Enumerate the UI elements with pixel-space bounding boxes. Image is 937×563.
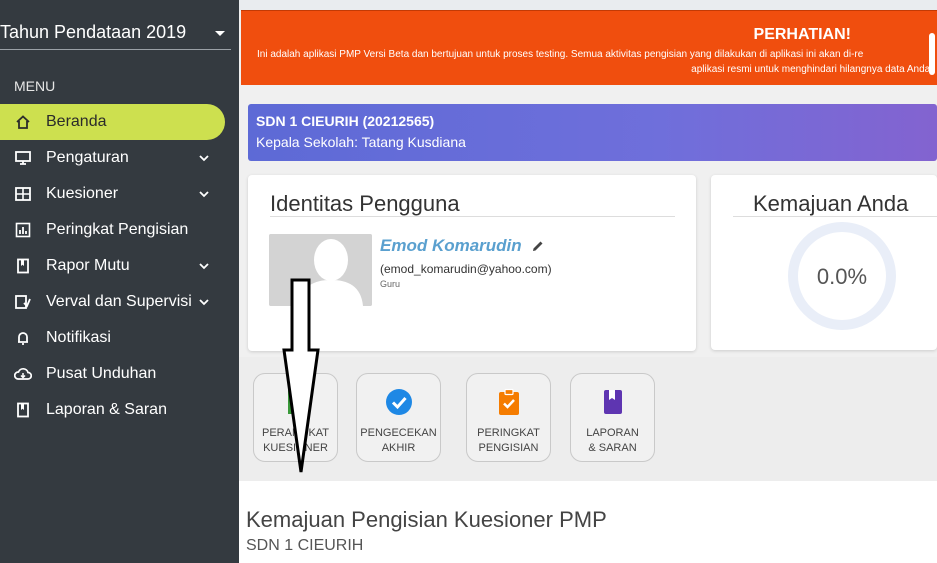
sidebar-item-label: Verval dan Supervisi xyxy=(46,293,192,310)
year-select[interactable]: Tahun Pendataan 2019 xyxy=(0,12,231,50)
sidebar-item-verval[interactable]: Verval dan Supervisi xyxy=(0,284,239,320)
divider xyxy=(733,216,937,217)
chevron-down-icon xyxy=(199,155,209,162)
grid-icon xyxy=(14,185,32,203)
tile-laporan-saran[interactable]: LAPORAN & SARAN xyxy=(570,373,655,462)
chevron-down-icon xyxy=(199,263,209,270)
sidebar-item-label: Rapor Mutu xyxy=(46,257,130,274)
section-title: Kemajuan Pengisian Kuesioner PMP xyxy=(246,507,607,532)
sidebar-item-beranda[interactable]: Beranda xyxy=(0,104,225,140)
chevron-down-icon xyxy=(199,299,209,306)
progress-card: Kemajuan Anda 0.0% xyxy=(711,175,937,350)
clipboard-check-icon xyxy=(499,388,519,415)
caret-down-icon xyxy=(215,31,225,36)
school-name: SDN 1 CIEURIH (20212565) xyxy=(256,113,435,129)
alert-text-line-1: Ini adalah aplikasi PMP Versi Beta dan b… xyxy=(257,49,864,60)
sidebar-item-label: Pengaturan xyxy=(46,149,129,166)
school-banner: SDN 1 CIEURIH (20212565) Kepala Sekolah:… xyxy=(248,104,937,161)
bookmark-book-icon xyxy=(604,390,622,414)
school-head: Kepala Sekolah: Tatang Kusdiana xyxy=(256,134,466,150)
menu-header: MENU xyxy=(14,78,56,94)
sidebar-item-notifikasi[interactable]: Notifikasi xyxy=(0,320,239,356)
user-email: (emod_komarudin@yahoo.com) xyxy=(380,262,552,276)
progress-card-title: Kemajuan Anda xyxy=(753,191,909,216)
shortcut-tiles: PERANGKATKUESIONER PENGECEKANAKHIR PERIN… xyxy=(239,357,937,481)
user-role: Guru xyxy=(380,279,401,289)
tile-label: LAPORAN & SARAN xyxy=(586,427,639,454)
progress-value: 0.0% xyxy=(816,264,868,289)
sidebar-item-label: Beranda xyxy=(46,113,107,130)
year-select-value: Tahun Pendataan 2019 xyxy=(0,22,187,42)
home-icon xyxy=(14,113,32,131)
sidebar-menu: Beranda Pengaturan Kuesioner Peringkat P… xyxy=(0,104,239,428)
sidebar-item-pusat-unduhan[interactable]: Pusat Unduhan xyxy=(0,356,239,392)
bell-icon xyxy=(14,329,32,347)
book-icon xyxy=(14,257,32,275)
annotation-arrow-icon xyxy=(282,278,320,473)
chevron-down-icon xyxy=(199,191,209,198)
tile-label: PENGECEKAN AKHIR xyxy=(360,427,437,454)
sidebar-item-rapor-mutu[interactable]: Rapor Mutu xyxy=(0,248,239,284)
sidebar-item-label: Kuesioner xyxy=(46,185,119,202)
identity-card-title: Identitas Pengguna xyxy=(270,191,460,216)
tile-peringkat-pengisian[interactable]: PERINGKAT PENGISIAN xyxy=(466,373,551,462)
book-icon xyxy=(14,401,32,419)
sidebar-item-label: Pusat Unduhan xyxy=(46,365,157,382)
alert-text-line-2: aplikasi resmi untuk menghindari hilangn… xyxy=(691,64,933,75)
sidebar-item-label: Laporan & Saran xyxy=(46,401,167,418)
tile-pengecekan-akhir[interactable]: PENGECEKAN AKHIR xyxy=(356,373,441,462)
main-content: PERHATIAN! Ini adalah aplikasi PMP Versi… xyxy=(239,0,937,563)
sidebar-item-pengaturan[interactable]: Pengaturan xyxy=(0,140,239,176)
sidebar: Tahun Pendataan 2019 MENU Beranda Pengat… xyxy=(0,0,239,563)
cloud-download-icon xyxy=(14,365,32,383)
section-subtitle: SDN 1 CIEURIH xyxy=(246,537,364,554)
alert-scrollbar[interactable] xyxy=(929,33,935,75)
top-strip xyxy=(239,0,937,10)
verify-icon xyxy=(14,293,32,311)
divider xyxy=(270,216,675,217)
check-circle-icon xyxy=(386,389,412,415)
progress-section: Kemajuan Pengisian Kuesioner PMP SDN 1 C… xyxy=(239,481,937,563)
monitor-icon xyxy=(14,149,32,167)
warning-alert: PERHATIAN! Ini adalah aplikasi PMP Versi… xyxy=(241,10,937,85)
bar-chart-icon xyxy=(14,221,32,239)
tile-label: PERINGKAT PENGISIAN xyxy=(477,427,540,454)
alert-title: PERHATIAN! xyxy=(753,26,851,43)
sidebar-item-label: Peringkat Pengisian xyxy=(46,221,189,238)
sidebar-item-kuesioner[interactable]: Kuesioner xyxy=(0,176,239,212)
user-name[interactable]: Emod Komarudin xyxy=(380,236,522,256)
sidebar-item-laporan-saran[interactable]: Laporan & Saran xyxy=(0,392,239,428)
pencil-edit-icon[interactable] xyxy=(531,239,545,253)
sidebar-item-peringkat[interactable]: Peringkat Pengisian xyxy=(0,212,239,248)
sidebar-item-label: Notifikasi xyxy=(46,329,111,346)
